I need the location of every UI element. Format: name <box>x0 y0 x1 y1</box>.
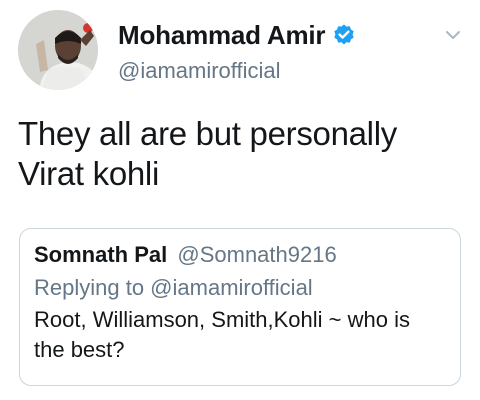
quoted-tweet-text: Root, Williamson, Smith,Kohli ~ who is t… <box>34 307 410 362</box>
quoted-author-handle: @Somnath9216 <box>177 242 337 267</box>
quoted-tweet-header: Somnath Pal @Somnath9216 <box>34 241 446 269</box>
chevron-down-icon[interactable] <box>442 24 464 46</box>
replying-to-label[interactable]: Replying to @iamamirofficial <box>34 273 446 303</box>
verified-badge-icon <box>334 24 355 45</box>
quoted-author-name: Somnath Pal <box>34 242 168 267</box>
author-name-row: Mohammad Amir <box>118 20 356 50</box>
tweet: Mohammad Amir @iamamirofficial They all … <box>0 0 480 400</box>
avatar-image <box>18 10 98 90</box>
author-display-name[interactable]: Mohammad Amir <box>118 20 326 51</box>
avatar[interactable] <box>18 10 98 90</box>
author-handle[interactable]: @iamamirofficial <box>118 58 281 84</box>
quoted-tweet-card[interactable]: Somnath Pal @Somnath9216 Replying to @ia… <box>19 228 461 386</box>
tweet-text: They all are but personally Virat kohli <box>18 115 397 192</box>
